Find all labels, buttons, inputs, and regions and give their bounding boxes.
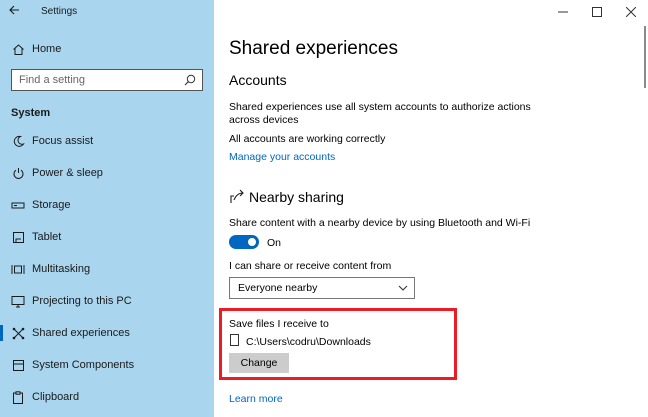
sidebar-item-label: Home [32, 43, 62, 55]
section-label-system: System [11, 107, 51, 119]
sidebar-item-projecting[interactable]: Projecting to this PC [0, 289, 214, 313]
share-from-label: I can share or receive content from [229, 260, 392, 272]
accounts-heading: Accounts [229, 72, 287, 88]
sidebar-item-home[interactable]: Home [0, 37, 214, 61]
sidebar-item-label: Storage [32, 199, 71, 211]
home-icon [11, 42, 25, 56]
chevron-down-icon [398, 283, 408, 293]
toggle-state-label: On [267, 237, 282, 249]
maximize-button[interactable] [580, 0, 614, 24]
moon-icon [11, 134, 25, 148]
sidebar-item-multitasking[interactable]: Multitasking [0, 257, 214, 281]
minimize-icon [558, 11, 568, 13]
manage-accounts-link[interactable]: Manage your accounts [229, 151, 335, 163]
change-button[interactable]: Change [229, 353, 289, 373]
sidebar-item-clipboard[interactable]: Clipboard [0, 385, 214, 409]
sidebar-item-label: Tablet [32, 231, 62, 243]
search-box[interactable] [11, 69, 203, 91]
share-from-value: Everyone nearby [238, 282, 318, 294]
sidebar-item-tablet[interactable]: Tablet [0, 225, 214, 249]
main-content: Shared experiences Accounts Shared exper… [214, 0, 648, 417]
nearby-description: Share content with a nearby device by us… [229, 217, 531, 229]
sidebar-item-label: System Components [32, 359, 135, 371]
nearby-sharing-heading: Nearby sharing [249, 189, 344, 205]
sidebar-item-focus-assist[interactable]: Focus assist [0, 129, 214, 153]
power-icon [11, 166, 25, 180]
scrollbar[interactable] [644, 26, 646, 88]
minimize-button[interactable] [546, 0, 580, 24]
sidebar-item-label: Power & sleep [32, 167, 103, 179]
window-controls [546, 0, 648, 24]
shared-experiences-icon [11, 326, 25, 340]
search-input[interactable] [19, 73, 179, 87]
sidebar-item-label: Shared experiences [32, 327, 130, 339]
sidebar-item-label: Multitasking [32, 263, 91, 275]
tablet-icon [11, 230, 25, 244]
nearby-sharing-icon [229, 187, 247, 205]
accounts-description: Shared experiences use all system accoun… [229, 101, 531, 126]
search-icon[interactable] [184, 74, 196, 86]
titlebar-left: Settings [0, 0, 214, 24]
learn-more-link[interactable]: Learn more [229, 393, 283, 405]
multitasking-icon [11, 262, 25, 276]
close-icon [626, 7, 636, 17]
file-icon [230, 334, 239, 346]
save-files-label: Save files I receive to [229, 318, 329, 330]
nearby-sharing-toggle[interactable] [229, 235, 259, 249]
page-title: Shared experiences [229, 38, 398, 59]
accounts-status: All accounts are working correctly [229, 133, 386, 145]
sidebar-item-system-components[interactable]: System Components [0, 353, 214, 377]
close-button[interactable] [614, 0, 648, 24]
sidebar-item-storage[interactable]: Storage [0, 193, 214, 217]
sidebar-item-label: Projecting to this PC [32, 295, 132, 307]
sidebar: Settings Home System Focus assist Power … [0, 0, 214, 417]
sidebar-item-shared-experiences[interactable]: Shared experiences [0, 321, 214, 345]
toggle-knob [248, 238, 256, 246]
clipboard-icon [11, 390, 25, 404]
save-path: C:\Users\codru\Downloads [246, 336, 371, 348]
maximize-icon [592, 7, 602, 17]
projecting-icon [11, 294, 25, 308]
active-indicator [0, 325, 3, 341]
sidebar-item-power-sleep[interactable]: Power & sleep [0, 161, 214, 185]
storage-icon [11, 198, 25, 212]
sidebar-item-label: Clipboard [32, 391, 80, 403]
sidebar-item-label: Focus assist [32, 135, 94, 147]
app-title: Settings [41, 6, 78, 17]
back-arrow-icon[interactable] [6, 4, 22, 20]
components-icon [11, 358, 25, 372]
share-from-select[interactable]: Everyone nearby [229, 277, 415, 299]
